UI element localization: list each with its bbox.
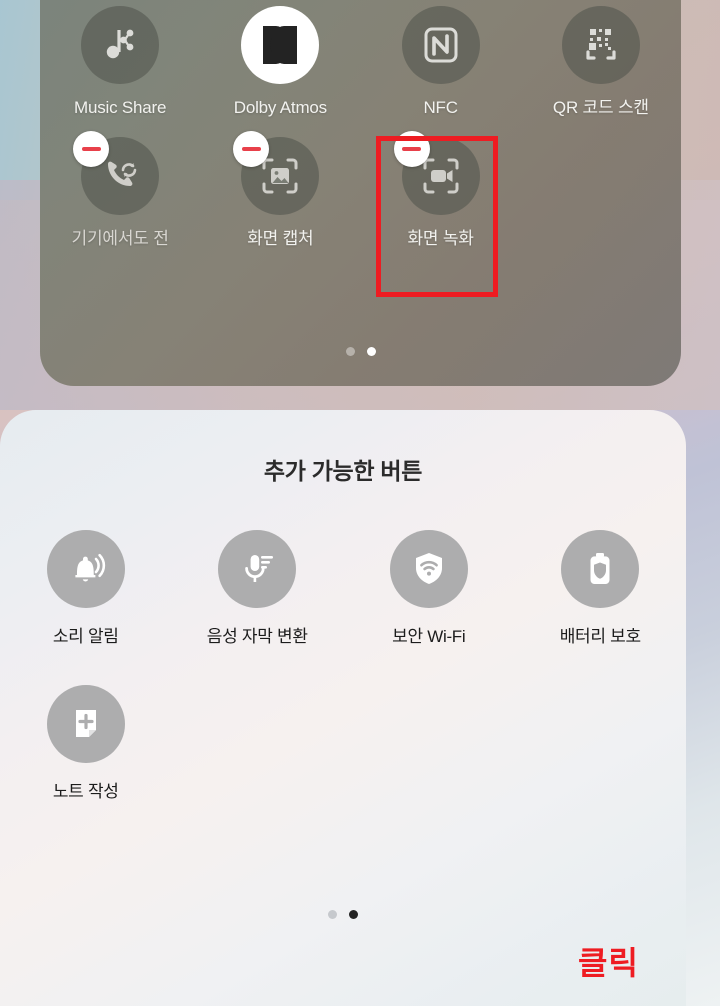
tile-nfc[interactable]: NFC <box>361 0 521 121</box>
quick-settings-edit-panel: Music Share Dolby Atmos NFC QR 코드 스캔 기기에… <box>40 0 681 386</box>
create-note-icon <box>46 685 125 763</box>
bell-sound-icon <box>46 530 125 608</box>
tile-label: NFC <box>423 98 458 117</box>
battery-protect-icon <box>561 530 640 608</box>
available-buttons-title: 추가 가능한 버튼 <box>263 458 423 484</box>
tile-screen-capture[interactable]: 화면 캡처 <box>200 130 360 252</box>
tile-icon-wrap <box>241 6 320 84</box>
annotation-click-label: 클릭 <box>578 945 639 981</box>
page-dot-active[interactable] <box>366 347 376 356</box>
top-panel-page-indicator <box>40 347 681 356</box>
tile-music-share[interactable]: Music Share <box>40 0 200 121</box>
music-share-icon <box>81 6 160 84</box>
page-dot-active[interactable] <box>349 910 358 919</box>
active-tiles-grid: Music Share Dolby Atmos NFC QR 코드 스캔 기기에… <box>40 0 681 251</box>
tile-voice-to-text[interactable]: 음성 자막 변환 <box>172 530 344 647</box>
bottom-panel-page-indicator <box>0 910 686 919</box>
tile-call-transfer[interactable]: 기기에서도 전 <box>40 130 200 252</box>
tile-icon-wrap <box>401 6 480 84</box>
tile-icon-wrap <box>561 6 640 84</box>
page-dot[interactable] <box>345 347 355 356</box>
available-tiles-grid: 소리 알림 음성 자막 변환 보안 Wi-Fi 배터리 보호 노트 작성 <box>0 530 686 802</box>
remove-tile-badge[interactable] <box>393 130 430 167</box>
tile-label: 노트 작성 <box>52 782 119 801</box>
tile-sound-notification[interactable]: 소리 알림 <box>0 530 172 647</box>
nfc-icon <box>401 6 480 84</box>
page-dot[interactable] <box>328 910 337 919</box>
tile-label: 기기에서도 전 <box>71 228 169 248</box>
tile-label: 소리 알림 <box>52 627 119 646</box>
tile-qr-scan[interactable]: QR 코드 스캔 <box>521 0 681 121</box>
tile-label: 음성 자막 변환 <box>206 627 308 646</box>
tile-label: 화면 캡처 <box>247 228 314 248</box>
tile-label: QR 코드 스캔 <box>552 98 649 117</box>
tile-icon-wrap <box>73 130 160 215</box>
tile-icon-wrap <box>233 130 320 215</box>
tile-label: Dolby Atmos <box>233 98 327 117</box>
qr-scan-icon <box>561 6 640 84</box>
tile-icon-wrap <box>393 130 480 215</box>
tile-dolby-atmos[interactable]: Dolby Atmos <box>200 0 360 121</box>
tile-label: 보안 Wi-Fi <box>392 627 466 646</box>
tile-label: 화면 녹화 <box>407 228 474 248</box>
secure-wifi-shield-icon <box>389 530 468 608</box>
remove-tile-badge[interactable] <box>233 130 270 167</box>
tile-create-note[interactable]: 노트 작성 <box>0 685 172 802</box>
available-buttons-panel: 추가 가능한 버튼 소리 알림 음성 자막 변환 보안 Wi-Fi 배터리 보호… <box>0 410 686 1006</box>
tile-label: Music Share <box>73 98 167 117</box>
tile-icon-wrap <box>81 6 160 84</box>
voice-to-text-icon <box>218 530 297 608</box>
remove-tile-badge[interactable] <box>73 130 110 167</box>
tile-label: 배터리 보호 <box>559 627 641 646</box>
tile-screen-record[interactable]: 화면 녹화 <box>361 130 521 252</box>
dolby-atmos-icon <box>241 6 320 84</box>
tile-battery-protect[interactable]: 배터리 보호 <box>515 530 687 647</box>
tile-secure-wifi[interactable]: 보안 Wi-Fi <box>343 530 515 647</box>
